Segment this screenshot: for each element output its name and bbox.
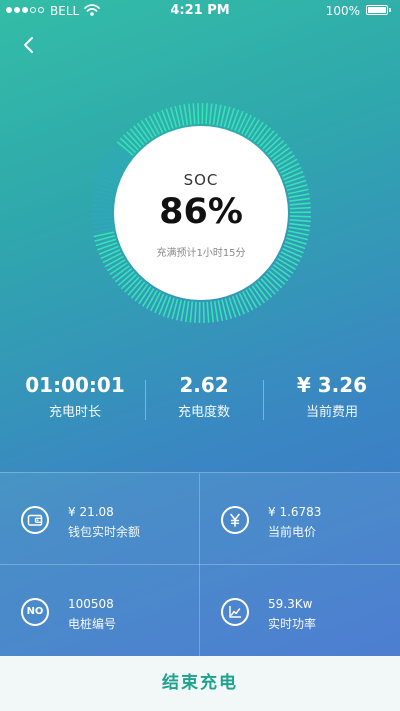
gauge-fill-tick	[197, 103, 200, 125]
gauge-track-tick	[92, 194, 114, 200]
gauge-fill-tick	[148, 115, 160, 135]
energy-value: 2.62	[179, 373, 229, 397]
gauge-track-tick	[91, 199, 113, 204]
gauge-fill-tick	[210, 301, 215, 323]
electricity-price-value: ¥ 1.6783	[268, 505, 322, 519]
cost-value: ¥ 3.26	[296, 373, 368, 397]
line-chart-icon	[221, 598, 249, 626]
wallet-balance-cell: ¥ 21.08 钱包实时余额	[0, 473, 200, 565]
electricity-price-cell: ¥ 1.6783 当前电价	[200, 473, 400, 565]
back-button[interactable]	[16, 32, 42, 58]
gauge-fill-tick	[192, 103, 196, 125]
gauge-track-tick	[93, 190, 114, 196]
duration-value: 01:00:01	[25, 373, 125, 397]
gauge-fill-tick	[205, 103, 208, 125]
gauge-fill-tick	[184, 301, 190, 323]
soc-value: 86%	[159, 192, 243, 232]
soc-gauge: SOC 86% 充满预计1小时15分	[88, 100, 314, 326]
gauge-fill-tick	[156, 111, 167, 132]
gauge-fill-tick	[242, 291, 254, 311]
end-charging-button[interactable]: 结束充电	[0, 656, 400, 711]
gauge-fill-tick	[213, 300, 219, 322]
gauge-fill-tick	[212, 103, 218, 125]
electricity-price-label: 当前电价	[268, 525, 317, 539]
gauge-fill-tick	[288, 230, 309, 236]
gauge-fill-tick	[152, 113, 164, 134]
gauge-fill-tick	[202, 301, 205, 323]
gauge-fill-tick	[235, 294, 246, 315]
gauge-fill-tick	[289, 197, 311, 203]
no-icon: NO	[21, 598, 49, 626]
gauge-fill-tick	[278, 158, 298, 171]
chevron-left-icon	[24, 37, 33, 53]
pile-number-value: 100508	[68, 597, 114, 611]
charging-screen: BELL 4:21 PM 100% SOC 86% 充满预计1小时15分 01:…	[0, 0, 400, 711]
no-icon-text: NO	[26, 606, 44, 617]
gauge-fill-tick	[216, 104, 222, 126]
gauge-fill-tick	[208, 103, 213, 125]
battery-percent: 100%	[325, 4, 360, 18]
gauge-track-tick	[91, 220, 113, 224]
energy-label: 充电度数	[177, 405, 230, 420]
gauge-fill-tick	[154, 293, 165, 314]
gauge-fill-tick	[183, 104, 189, 126]
gauge-fill-tick	[178, 104, 185, 126]
gauge-fill-tick	[289, 222, 311, 227]
gauge-fill-tick	[288, 193, 310, 199]
gauge-fill-tick	[289, 202, 311, 206]
pile-number-cell: NO 100508 电桩编号	[0, 565, 200, 657]
realtime-power-cell: 59.3Kw 实时功率	[200, 565, 400, 657]
gauge-fill-tick	[289, 219, 311, 223]
battery-level	[368, 7, 386, 13]
status-bar: BELL 4:21 PM 100%	[0, 0, 400, 22]
gauge-fill-tick	[289, 206, 311, 210]
cost-label: 当前费用	[305, 405, 358, 420]
duration-label: 充电时长	[48, 405, 101, 420]
charging-stats: 01:00:01 充电时长 2.62 充电度数 ¥ 3.26 当前费用	[0, 372, 400, 428]
gauge-center: SOC 86% 充满预计1小时15分	[114, 126, 288, 300]
gauge-fill-tick	[288, 226, 310, 232]
full-charge-eta: 充满预计1小时15分	[156, 248, 246, 259]
gauge-track-tick	[91, 216, 113, 220]
gauge-fill-tick	[206, 301, 210, 323]
stat-duration: 01:00:01 充电时长	[11, 372, 139, 422]
info-grid: ¥ 21.08 钱包实时余额 ¥ 1.6783 当前电价 NO 100508 电…	[0, 472, 400, 657]
stat-energy: 2.62 充电度数	[140, 372, 268, 422]
yuan-icon	[221, 506, 249, 534]
gauge-fill-tick	[194, 301, 197, 323]
gauge-track-tick	[92, 227, 114, 233]
gauge-fill-tick	[217, 300, 224, 322]
gauge-track-tick	[103, 159, 124, 172]
gauge-fill-tick	[289, 215, 311, 218]
gauge-fill-tick	[187, 103, 192, 125]
gauge-fill-tick	[238, 292, 250, 313]
soc-label: SOC	[183, 171, 219, 189]
gauge-track-tick	[91, 223, 113, 229]
gauge-fill-tick	[240, 114, 252, 135]
battery-icon	[366, 5, 391, 15]
gauge-track-tick	[91, 203, 113, 207]
gauge-fill-tick	[237, 112, 248, 133]
stat-cost: ¥ 3.26 当前费用	[268, 372, 396, 422]
pile-number-label: 电桩编号	[68, 617, 117, 631]
gauge-fill-tick	[150, 291, 162, 312]
stat-divider	[263, 380, 264, 420]
realtime-power-value: 59.3Kw	[268, 597, 313, 611]
gauge-fill-tick	[287, 188, 309, 195]
gauge-fill-tick	[180, 300, 186, 322]
wallet-balance-label: 钱包实时余额	[68, 525, 141, 539]
realtime-power-label: 实时功率	[268, 617, 317, 631]
wallet-icon	[21, 506, 49, 534]
gauge-track-tick	[91, 208, 113, 211]
wallet-balance-value: ¥ 21.08	[68, 505, 114, 519]
gauge-fill-tick	[93, 231, 115, 238]
gauge-fill-tick	[189, 301, 194, 323]
